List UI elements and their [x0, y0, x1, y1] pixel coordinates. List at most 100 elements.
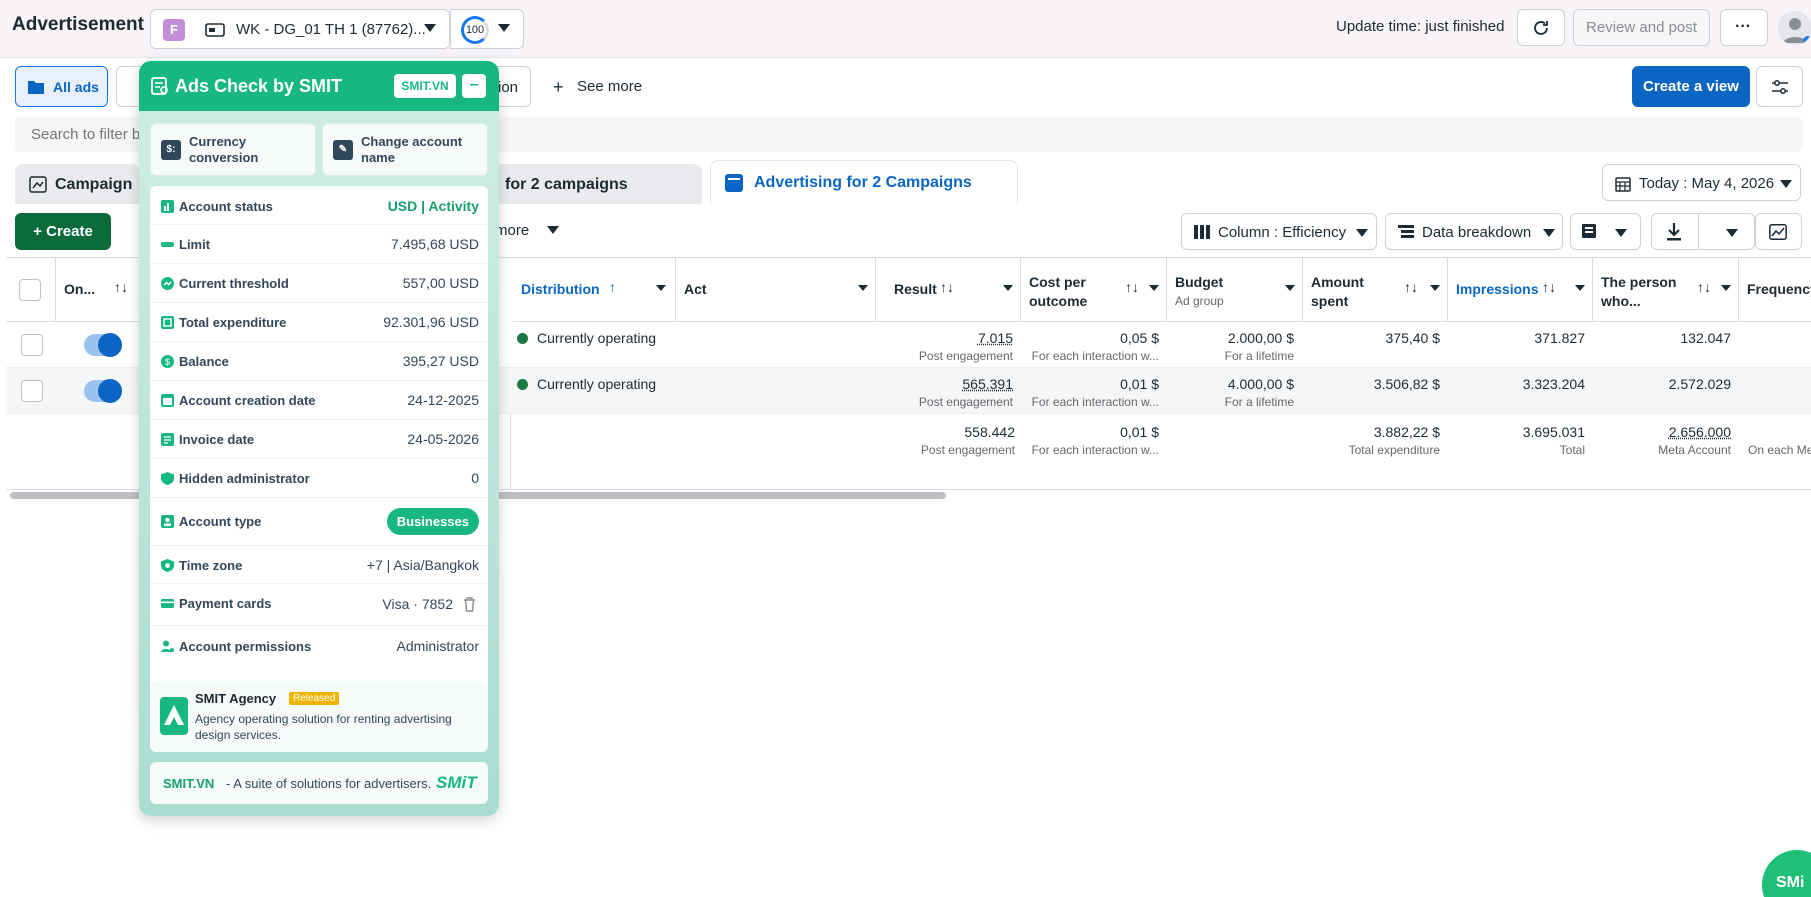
account-card-icon [205, 22, 225, 38]
status-dot-icon [517, 379, 528, 390]
shield-icon [161, 472, 174, 485]
charts-button[interactable] [1755, 213, 1802, 250]
column-header-act[interactable]: Act [676, 258, 876, 322]
amount-spent-cell: 375,40 $ [1386, 330, 1441, 346]
chevron-down-icon [1726, 229, 1738, 237]
sort-icon: ↑↓ [940, 279, 954, 295]
total-amount-sublabel: Total expenditure [1349, 443, 1440, 457]
released-badge: Released [289, 692, 339, 705]
change-account-name-button[interactable]: ✎ Change account name [322, 123, 488, 176]
cost-cell: 0,01 $ For each interaction w... [1032, 376, 1159, 409]
ad-toggle[interactable] [84, 334, 122, 356]
cost-sublabel: For each interaction w... [1032, 349, 1159, 363]
total-reach-value[interactable]: 2.656.000 [1669, 424, 1731, 440]
date-range-picker[interactable]: Today : May 4, 2026 [1602, 164, 1801, 201]
result-value[interactable]: 7.015 [978, 330, 1013, 346]
agency-description: Agency operating solution for renting ad… [195, 711, 475, 743]
columns-dropdown[interactable]: Column : Efficiency [1181, 213, 1377, 250]
divider [1698, 214, 1699, 249]
more-options-button[interactable]: ··· [1720, 9, 1768, 46]
row-checkbox[interactable] [21, 380, 43, 402]
result-sublabel: Post engagement [919, 349, 1013, 363]
column-header-budget[interactable]: Budget Ad group [1167, 258, 1303, 322]
all-ads-view-button[interactable]: All ads [15, 66, 108, 107]
data-breakdown-label: Data breakdown [1422, 224, 1531, 241]
info-value: 395,27 USD [403, 353, 479, 369]
column-header-onoff[interactable]: On... ↑↓ [56, 258, 146, 322]
panel-title: Ads Check by SMIT [175, 76, 342, 97]
chevron-down-icon [1780, 180, 1792, 188]
cost-value: 0,01 $ [1120, 376, 1159, 392]
info-row-balance: $ Balance 395,27 USD [150, 342, 488, 381]
info-value: 92.301,96 USD [383, 314, 479, 330]
sort-icon: ↑↓ [1542, 279, 1556, 295]
avatar[interactable] [1778, 11, 1811, 45]
ad-toggle[interactable] [84, 380, 122, 402]
column-header-frequency[interactable]: Frequency [1739, 258, 1811, 322]
receipt-icon [161, 316, 174, 329]
chevron-down-icon [547, 226, 559, 234]
limit-icon [161, 238, 174, 251]
column-header-reach[interactable]: The person who... ↑↓ [1593, 258, 1739, 322]
review-and-post-button[interactable]: Review and post [1573, 9, 1710, 46]
tab-ads[interactable]: Advertising for 2 Campaigns [710, 160, 1018, 204]
minimize-button[interactable]: – [462, 74, 486, 98]
trash-icon[interactable] [463, 597, 476, 612]
total-frequency-cell: On each Me [1748, 424, 1811, 457]
reports-dropdown[interactable] [1570, 213, 1641, 250]
total-result-sublabel: Post engagement [921, 443, 1015, 457]
panel-header: Ads Check by SMIT SMIT.VN – [139, 61, 499, 111]
select-all-checkbox[interactable] [19, 279, 41, 301]
total-impressions-sublabel: Total [1523, 443, 1585, 457]
footer-brand-link[interactable]: SMIT.VN [163, 776, 214, 791]
toggle-knob [98, 333, 122, 357]
total-amount-cell: 3.882,22 $ Total expenditure [1349, 424, 1440, 457]
info-label: Payment cards [179, 596, 272, 611]
chevron-down-icon [424, 24, 436, 32]
info-row-account-status: Account status USD | Activity [150, 186, 488, 225]
refresh-button[interactable] [1517, 9, 1565, 46]
budget-sublabel: For a lifetime [1225, 349, 1294, 363]
total-impressions-value: 3.695.031 [1523, 424, 1585, 440]
tab-campaigns[interactable]: Campaign [15, 164, 140, 204]
info-value: Administrator [397, 638, 479, 654]
view-settings-button[interactable] [1756, 66, 1803, 107]
total-reach-cell: 2.656.000 Meta Account [1658, 424, 1731, 457]
bar-chart-icon [161, 200, 174, 213]
column-header-distribution[interactable]: Distribution ↑ [513, 258, 676, 322]
currency-conversion-button[interactable]: $: Currency conversion [150, 123, 316, 176]
account-score-selector[interactable]: 100 [450, 9, 524, 49]
create-view-button[interactable]: Create a view [1632, 66, 1750, 107]
smit-brand-badge[interactable]: SMIT.VN [394, 74, 456, 98]
total-cost-value: 0,01 $ [1120, 424, 1159, 440]
column-header-result[interactable]: Result ↑↓ [876, 258, 1021, 322]
data-breakdown-dropdown[interactable]: Data breakdown [1385, 213, 1563, 250]
delivery-status: Currently operating [517, 376, 656, 392]
budget-value: 4.000,00 $ [1228, 376, 1294, 392]
more-actions-dropdown[interactable]: more [495, 222, 559, 239]
result-value[interactable]: 565.391 [962, 376, 1013, 392]
ads-check-panel: Ads Check by SMIT SMIT.VN – $: Currency … [139, 61, 499, 816]
result-cell: 7.015 Post engagement [919, 330, 1013, 363]
column-label: Impressions [1456, 280, 1538, 299]
total-result-value: 558.442 [964, 424, 1015, 440]
total-reach-sublabel: Meta Account [1658, 443, 1731, 457]
export-dropdown[interactable] [1651, 213, 1755, 250]
info-row-permissions: Account permissions Administrator [150, 626, 488, 668]
smit-fab-label: SMi [1776, 874, 1804, 892]
info-label: Time zone [179, 558, 242, 573]
smit-agency-card[interactable]: SMIT Agency Released Agency operating so… [150, 681, 488, 752]
delivery-status-label: Currently operating [537, 330, 656, 346]
info-label: Hidden administrator [179, 471, 310, 486]
see-more-views-link[interactable]: See more [577, 78, 642, 95]
trend-icon [161, 277, 174, 290]
account-selector[interactable]: F WK - DG_01 TH 1 (87762)... [150, 9, 450, 49]
column-header-amount-spent[interactable]: Amount spent ↑↓ [1303, 258, 1448, 322]
info-label: Balance [179, 354, 229, 369]
create-button[interactable]: + Create [15, 213, 111, 250]
column-header-cost-per-outcome[interactable]: Cost per outcome ↑↓ [1021, 258, 1167, 322]
smit-floating-button[interactable]: SMi [1762, 850, 1811, 897]
ads-icon [724, 173, 744, 193]
column-header-impressions[interactable]: Impressions ↑↓ [1448, 258, 1593, 322]
row-checkbox[interactable] [21, 334, 43, 356]
